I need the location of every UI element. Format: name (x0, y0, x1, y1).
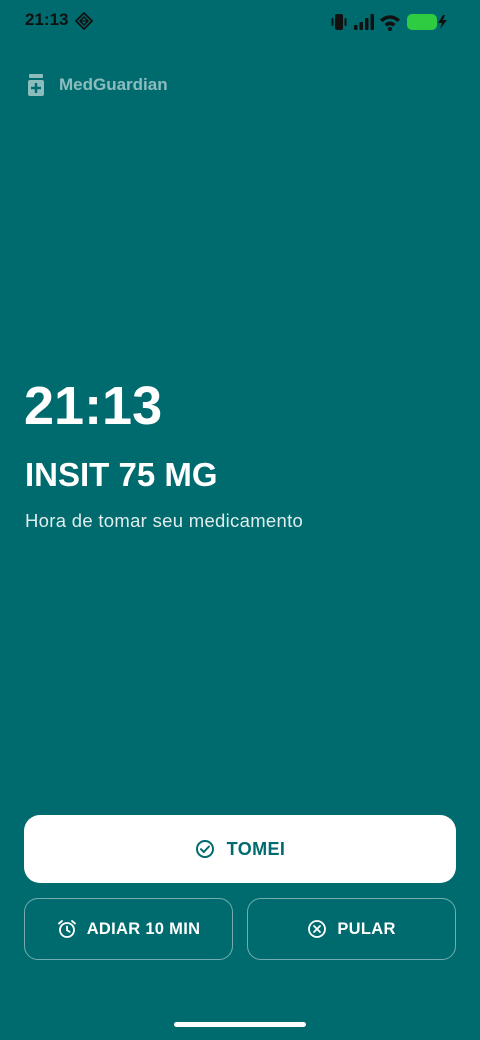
skip-button[interactable]: PULAR (247, 898, 456, 960)
app-name: MedGuardian (59, 75, 168, 94)
medicine-bottle-icon (28, 74, 44, 96)
status-time: 21:13 (25, 10, 69, 29)
home-indicator[interactable] (174, 1022, 306, 1027)
signal-icon (354, 14, 374, 30)
snooze-button[interactable]: ADIAR 10 MIN (24, 898, 233, 960)
medication-name: INSIT 75 MG (25, 456, 218, 493)
snooze-button-label: ADIAR 10 MIN (86, 919, 201, 938)
alarm-message: Hora de tomar seu medicamento (25, 510, 304, 531)
skip-button-label: PULAR (337, 919, 396, 938)
battery-charging-icon (407, 14, 447, 30)
status-bar: 21:13 (0, 0, 480, 44)
app-notification-icon (75, 12, 93, 30)
taken-button[interactable]: TOMEI (24, 815, 456, 883)
check-circle-icon (195, 840, 214, 858)
x-circle-icon (308, 920, 327, 938)
wifi-icon (380, 15, 400, 31)
vibrate-icon (331, 14, 347, 30)
alarm-time: 21:13 (24, 376, 163, 436)
app-brand: MedGuardian (27, 72, 168, 98)
taken-button-label: TOMEI (226, 838, 286, 859)
alarm-clock-icon (57, 920, 76, 938)
